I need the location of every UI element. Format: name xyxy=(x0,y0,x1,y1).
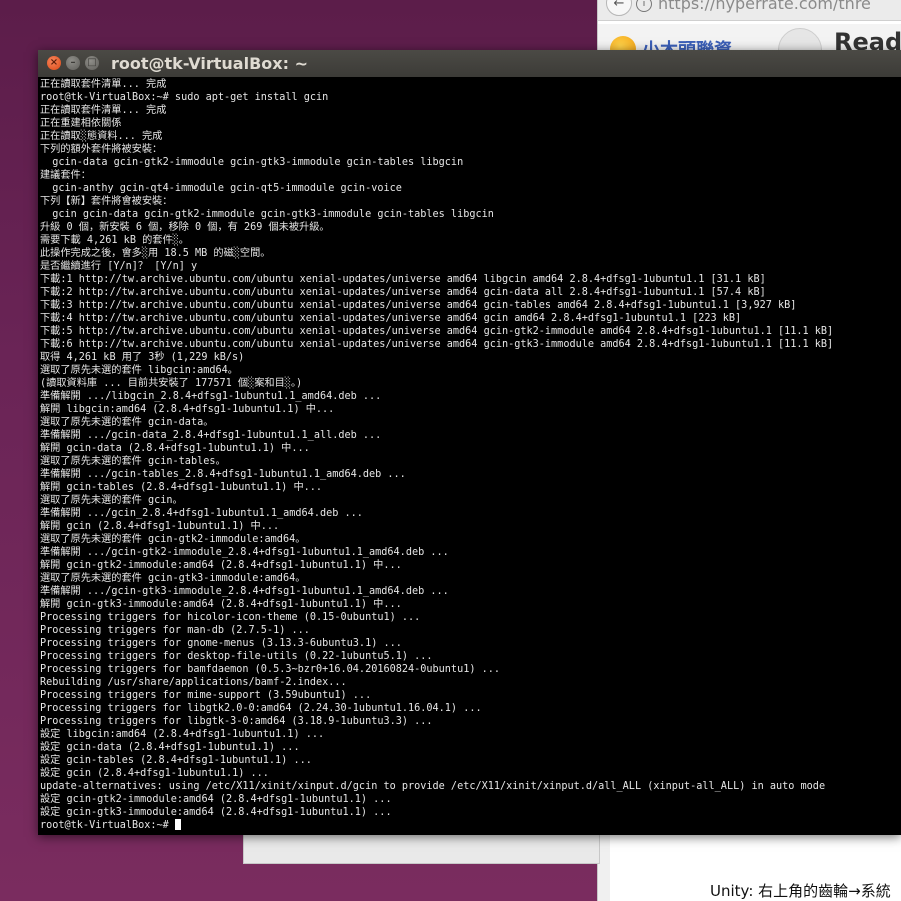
close-icon[interactable]: × xyxy=(47,56,61,70)
terminal-line: 解開 gcin-data (2.8.4+dfsg1-1ubuntu1.1) 中.… xyxy=(40,443,310,454)
terminal-window[interactable]: × – □ root@tk-VirtualBox: ~ 正在讀取套件清單... … xyxy=(38,50,901,835)
terminal-line: 選取了原先未選的套件 gcin。 xyxy=(40,495,183,506)
terminal-output[interactable]: 正在讀取套件清單... 完成 root@tk-VirtualBox:~# sudo… xyxy=(40,78,899,833)
terminal-line: 下載:2 http://tw.archive.ubuntu.com/ubuntu… xyxy=(40,287,766,298)
maximize-icon[interactable]: □ xyxy=(85,56,99,70)
window-title: root@tk-VirtualBox: ~ xyxy=(111,54,308,73)
terminal-line: Processing triggers for man-db (2.7.5-1)… xyxy=(40,625,310,636)
terminal-line: 設定 gcin-gtk3-immodule:amd64 (2.8.4+dfsg1… xyxy=(40,807,392,818)
terminal-prompt-line[interactable]: root@tk-VirtualBox:~# xyxy=(40,819,899,832)
terminal-line: 選取了原先未選的套件 gcin-gtk2-immodule:amd64。 xyxy=(40,534,306,545)
shell-prompt: root@tk-VirtualBox:~# xyxy=(40,820,175,831)
terminal-line: 解開 gcin (2.8.4+dfsg1-1ubuntu1.1) 中... xyxy=(40,521,280,532)
terminal-line: Processing triggers for hicolor-icon-the… xyxy=(40,612,421,623)
terminal-line: (讀取資料庫 ... 目前共安裝了 177571 個░案和目░。) xyxy=(40,378,303,389)
back-arrow-icon[interactable]: ← xyxy=(606,0,632,16)
terminal-line: gcin gcin-data gcin-gtk2-immodule gcin-g… xyxy=(40,209,494,220)
terminal-line: 下載:3 http://tw.archive.ubuntu.com/ubuntu… xyxy=(40,300,797,311)
terminal-line: Rebuilding /usr/share/applications/bamf-… xyxy=(40,677,347,688)
terminal-line: root@tk-VirtualBox:~# sudo apt-get insta… xyxy=(40,92,329,103)
terminal-line: Processing triggers for libgtk-3-0:amd64… xyxy=(40,716,433,727)
terminal-line: 解開 libgcin:amd64 (2.8.4+dfsg1-1ubuntu1.1… xyxy=(40,404,335,415)
terminal-line: 正在重建相依關係 xyxy=(40,118,122,129)
terminal-line: gcin-data gcin-gtk2-immodule gcin-gtk3-i… xyxy=(40,157,464,168)
terminal-line: Processing triggers for mime-support (3.… xyxy=(40,690,372,701)
terminal-line: 準備解開 .../gcin-gtk2-immodule_2.8.4+dfsg1-… xyxy=(40,547,449,558)
terminal-line: 下列【新】套件將會被安裝： xyxy=(40,196,173,207)
terminal-line: 此操作完成之後，會多░用 18.5 MB 的磁░空間。 xyxy=(40,248,271,259)
terminal-line: 取得 4,261 kB 用了 3秒 (1,229 kB/s) xyxy=(40,352,245,363)
terminal-line: 設定 gcin-gtk2-immodule:amd64 (2.8.4+dfsg1… xyxy=(40,794,392,805)
terminal-line: 下載:5 http://tw.archive.ubuntu.com/ubuntu… xyxy=(40,326,834,337)
terminal-line: 設定 gcin-data (2.8.4+dfsg1-1ubuntu1.1) ..… xyxy=(40,742,300,753)
terminal-line: 選取了原先未選的套件 gcin-tables。 xyxy=(40,456,226,467)
terminal-line: 選取了原先未選的套件 gcin-gtk3-immodule:amd64。 xyxy=(40,573,306,584)
terminal-line: 需要下載 4,261 kB 的套件░。 xyxy=(40,235,189,246)
info-icon[interactable]: i xyxy=(636,0,652,12)
terminal-line: 下載:1 http://tw.archive.ubuntu.com/ubuntu… xyxy=(40,274,766,285)
terminal-line: 設定 gcin-tables (2.8.4+dfsg1-1ubuntu1.1) … xyxy=(40,755,312,766)
minimize-icon[interactable]: – xyxy=(66,56,80,70)
terminal-line: 是否繼續進行 [Y/n]？ [Y/n] y xyxy=(40,261,198,272)
terminal-line: 正在讀取░態資料... 完成 xyxy=(40,131,163,142)
terminal-line: 準備解開 .../gcin-tables_2.8.4+dfsg1-1ubuntu… xyxy=(40,469,406,480)
terminal-line: gcin-anthy gcin-qt4-immodule gcin-qt5-im… xyxy=(40,183,402,194)
terminal-titlebar[interactable]: × – □ root@tk-VirtualBox: ~ xyxy=(38,50,901,77)
browser-toolbar: ← i https://hyperrate.com/thre xyxy=(598,0,901,21)
terminal-line: 升級 0 個，新安裝 6 個，移除 0 個，有 269 個未被升級。 xyxy=(40,222,330,233)
terminal-line: 解開 gcin-tables (2.8.4+dfsg1-1ubuntu1.1) … xyxy=(40,482,323,493)
terminal-line: Processing triggers for desktop-file-uti… xyxy=(40,651,433,662)
address-bar[interactable]: https://hyperrate.com/thre xyxy=(658,0,871,13)
terminal-line: Processing triggers for gnome-menus (3.1… xyxy=(40,638,402,649)
terminal-line: 準備解開 .../gcin-gtk3-immodule_2.8.4+dfsg1-… xyxy=(40,586,449,597)
terminal-line: 下載:4 http://tw.archive.ubuntu.com/ubuntu… xyxy=(40,313,742,324)
terminal-line: 選取了原先未選的套件 libgcin:amd64。 xyxy=(40,365,238,376)
terminal-line: 解開 gcin-gtk3-immodule:amd64 (2.8.4+dfsg1… xyxy=(40,599,402,610)
terminal-line: 建議套件： xyxy=(40,170,91,181)
terminal-line: 下列的額外套件將被安裝： xyxy=(40,144,163,155)
terminal-line: 正在讀取套件清單... 完成 xyxy=(40,105,167,116)
page-text-unity-note: Unity: 右上角的齒輪→系統 xyxy=(710,882,891,900)
terminal-line: update-alternatives: using /etc/X11/xini… xyxy=(40,781,826,792)
terminal-line: Processing triggers for bamfdaemon (0.5.… xyxy=(40,664,501,675)
terminal-line: 選取了原先未選的套件 gcin-data。 xyxy=(40,417,214,428)
terminal-line: 準備解開 .../libgcin_2.8.4+dfsg1-1ubuntu1.1_… xyxy=(40,391,382,402)
terminal-line: 設定 gcin (2.8.4+dfsg1-1ubuntu1.1) ... xyxy=(40,768,269,779)
terminal-line: 解開 gcin-gtk2-immodule:amd64 (2.8.4+dfsg1… xyxy=(40,560,402,571)
terminal-line: 準備解開 .../gcin_2.8.4+dfsg1-1ubuntu1.1_amd… xyxy=(40,508,363,519)
terminal-line: 準備解開 .../gcin-data_2.8.4+dfsg1-1ubuntu1.… xyxy=(40,430,382,441)
terminal-line: 正在讀取套件清單... 完成 xyxy=(40,79,167,90)
text-cursor xyxy=(174,819,181,830)
terminal-line: 下載:6 http://tw.archive.ubuntu.com/ubuntu… xyxy=(40,339,834,350)
terminal-line: 設定 libgcin:amd64 (2.8.4+dfsg1-1ubuntu1.1… xyxy=(40,729,325,740)
terminal-line: Processing triggers for libgtk2.0-0:amd6… xyxy=(40,703,482,714)
